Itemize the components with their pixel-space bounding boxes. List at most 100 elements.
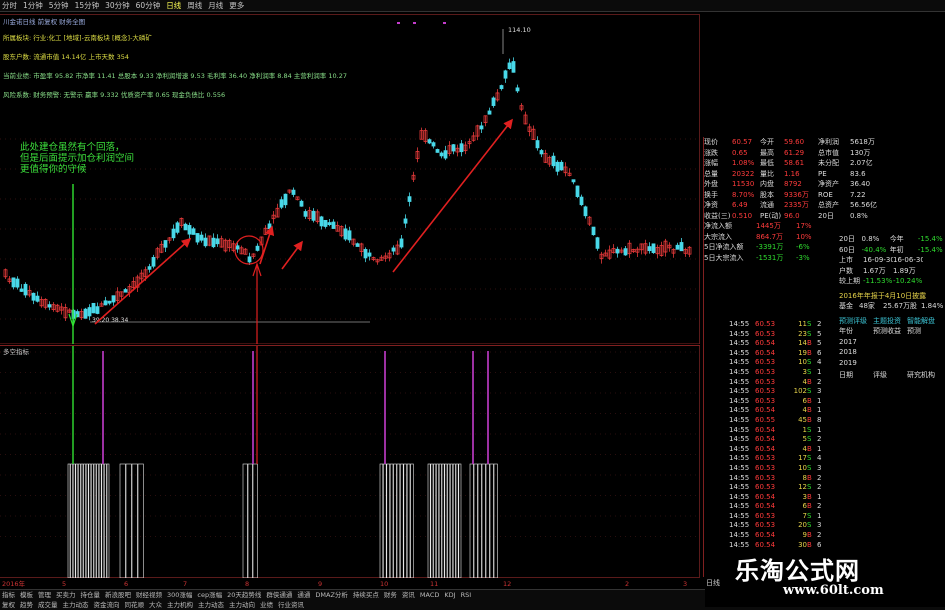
indicator-tab-17[interactable]: KDJ <box>444 590 455 600</box>
tick-cell: 60.53 <box>755 387 776 396</box>
signal-bar <box>400 463 404 579</box>
candle <box>115 287 120 305</box>
candle <box>675 242 680 250</box>
research-tab-2[interactable]: 研究机构 <box>907 370 941 381</box>
period-tab-0[interactable]: 分时 <box>2 0 17 11</box>
signal-bar <box>80 463 84 579</box>
candle <box>459 139 464 157</box>
research-tab-0[interactable]: 日期 <box>839 370 873 381</box>
candle <box>419 127 424 140</box>
quote-row: 涨幅 1.08% 最低 58.61 未分配 2.07亿 <box>704 158 945 169</box>
tick-list[interactable]: 14:55 60.53 11 S 2 14:55 60.53 23 S 5 14:55 60.54 14… <box>729 320 841 560</box>
tick-cell: 14:55 <box>729 511 750 520</box>
period-tab-7[interactable]: 周线 <box>187 0 202 11</box>
tick-cell: 1 <box>817 396 822 405</box>
tick-cell: 12 <box>798 483 807 492</box>
forecast-tab-0[interactable]: 预测评级 <box>839 316 873 327</box>
x-axis-label: 12 <box>503 580 511 588</box>
candle <box>295 196 300 201</box>
tick-cell: 60.53 <box>755 454 776 463</box>
period-tab-6[interactable]: 日线 <box>166 0 181 11</box>
candle <box>463 141 468 155</box>
indicator-tab-16[interactable]: MACD <box>420 590 439 600</box>
candle <box>607 245 612 260</box>
chart-title: 川金诺日线 前复权 财务全图 <box>3 18 86 26</box>
candle <box>651 243 656 254</box>
candle <box>23 282 28 298</box>
candle <box>663 238 668 257</box>
candle <box>355 242 360 247</box>
indicator-tab-7[interactable]: 300涨幅 <box>167 590 192 600</box>
indicator-tab-3[interactable]: 买卖力 <box>56 590 76 600</box>
indicator-tab-5[interactable]: 新浪股吧 <box>105 590 131 600</box>
indicator-tab-15[interactable]: 资讯 <box>402 590 415 600</box>
quote-row: 现价 60.57 今开 59.60 净利润 5618万 <box>704 137 945 148</box>
indicator-tab-4[interactable]: 持仓量 <box>81 590 101 600</box>
tick-cell: 1 <box>817 367 822 376</box>
indicator-tab-18[interactable]: RSI <box>461 590 472 600</box>
signal-bar <box>131 463 138 579</box>
quote-cell: 涨跌 <box>704 148 718 157</box>
indicator-tab-12[interactable]: DMAZ分析 <box>315 590 348 600</box>
tick-cell: S <box>807 483 812 492</box>
candle <box>95 302 100 315</box>
candle <box>423 128 428 144</box>
tick-row: 14:55 60.53 7 S 1 <box>729 512 841 522</box>
indicator-tab-1[interactable]: 模板 <box>20 590 33 600</box>
signal-bar <box>441 463 445 579</box>
candle <box>319 215 324 230</box>
shareholder-info: 股东户数: 流通市值 14.14亿 上市天数 354 <box>3 53 129 61</box>
watermark-url: www.60lt.com <box>783 583 884 598</box>
quote-cell: 6.49 <box>732 201 748 209</box>
candle <box>551 152 556 169</box>
tick-cell: 2 <box>817 531 822 540</box>
candle <box>391 245 396 255</box>
tick-row: 14:55 60.53 3 S 1 <box>729 368 841 378</box>
research-tab-1[interactable]: 评级 <box>873 370 907 381</box>
period-tab-8[interactable]: 月线 <box>208 0 223 11</box>
candle <box>263 225 268 235</box>
quote-cell: 未分配 <box>818 159 839 167</box>
candle <box>39 296 44 308</box>
signal-bar <box>493 463 498 579</box>
indicator-tab-11[interactable]: 通通 <box>297 590 310 600</box>
period-tab-4[interactable]: 30分钟 <box>105 0 130 11</box>
forecast-tab-2[interactable]: 智能解盘 <box>907 316 941 327</box>
trend-arrow <box>392 118 513 273</box>
quote-cell: 0.8% <box>850 211 868 220</box>
tick-cell: 3 <box>817 521 822 530</box>
forecast-header-cell: 预测收益 <box>873 327 901 335</box>
indicator-tab-14[interactable]: 财务 <box>384 590 397 600</box>
signal-bar <box>447 463 451 579</box>
tick-cell: 60.54 <box>755 339 776 348</box>
period-tab-2[interactable]: 5分钟 <box>49 0 69 11</box>
risk-info: 风险系数: 财务预警: 无警示 赢率 9.332 优质资产率 0.65 现金负债… <box>3 91 226 99</box>
indicator-tab-10[interactable]: 群侠通通 <box>266 590 292 600</box>
indicator-chart[interactable]: 多空指标20.0018.0016.0014.0012.0010.008.006.… <box>0 345 725 579</box>
indicator-tab-9[interactable]: 20天趋势线 <box>227 590 261 600</box>
period-tab-9[interactable]: 更多 <box>229 0 244 11</box>
quote-row: 涨跌 0.65 最高 61.29 总市值 130万 <box>704 148 945 159</box>
candle <box>563 162 568 177</box>
tick-cell: 45 <box>798 415 807 424</box>
period-tab-5[interactable]: 60分钟 <box>136 0 161 11</box>
indicator-tab-0[interactable]: 指标 <box>2 590 15 600</box>
period-tab-1[interactable]: 1分钟 <box>23 0 43 11</box>
tick-cell: 60.54 <box>755 492 776 501</box>
annotation-line-2: 但是后面提示加仓利润空间 <box>20 153 135 164</box>
tick-cell: 2 <box>817 320 822 328</box>
period-tab-3[interactable]: 15分钟 <box>75 0 100 11</box>
candle <box>471 132 476 142</box>
indicator-tab-6[interactable]: 财经视频 <box>136 590 162 600</box>
candle <box>515 84 520 94</box>
tick-row: 14:55 60.54 6 B 2 <box>729 502 841 512</box>
tick-cell: 102 <box>793 387 807 396</box>
fund-holdings-cell: 25.67万股 <box>883 302 918 310</box>
candle <box>631 248 636 253</box>
indicator-tab-8[interactable]: cep涨幅 <box>197 590 222 600</box>
indicator-tab-2[interactable]: 管理 <box>38 590 51 600</box>
forecast-tab-1[interactable]: 主题投资 <box>873 316 907 327</box>
indicator-tab-13[interactable]: 持续买点 <box>353 590 379 600</box>
candle <box>519 103 524 112</box>
x-axis-svg: 2016年 5 6 7 8 9 10 11 12 2 3 <box>2 579 687 588</box>
